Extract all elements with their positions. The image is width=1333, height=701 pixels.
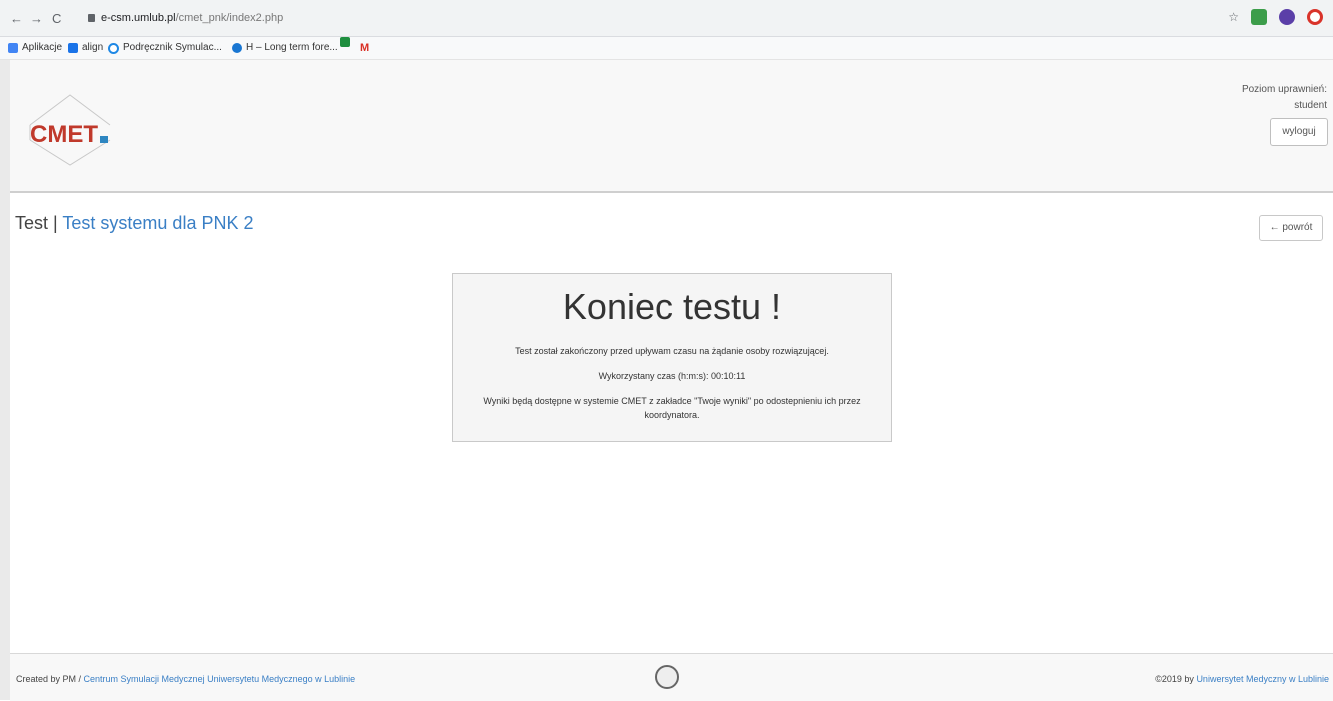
gmail-icon: M — [360, 42, 370, 54]
university-link[interactable]: Uniwersytet Medyczny w Lublinie — [1196, 674, 1329, 684]
url-host: e-csm.umlub.pl — [101, 12, 176, 24]
page-footer: Created by PM / Centrum Symulacji Medycz… — [10, 653, 1333, 701]
circle-icon — [232, 43, 242, 53]
university-seal-icon — [655, 665, 679, 689]
title-separator: | — [53, 213, 58, 233]
opera-icon[interactable] — [1307, 9, 1323, 25]
page-title: Test | Test systemu dla PNK 2 — [15, 213, 253, 234]
lock-icon — [88, 14, 95, 22]
permission-info: Poziom uprawnień: student — [1242, 82, 1327, 114]
cmet-logo[interactable]: CMET — [20, 90, 120, 170]
title-prefix: Test — [15, 213, 49, 233]
result-heading: Koniec testu ! — [562, 286, 782, 327]
logout-button[interactable]: wyloguj — [1270, 118, 1328, 146]
align-icon — [68, 43, 78, 53]
permission-label: Poziom uprawnień: — [1241, 84, 1327, 95]
bookmarks-bar: Aplikacje align Podręcznik Symulac... H … — [0, 37, 1333, 60]
star-icon[interactable]: ☆ — [1228, 10, 1239, 24]
bookmark-green[interactable] — [340, 37, 350, 47]
footer-copyright: ©2019 by Uniwersytet Medyczny w Lublinie — [1155, 674, 1329, 684]
footer-credits: Created by PM / Centrum Symulacji Medycz… — [16, 674, 355, 684]
back-arrow-icon[interactable]: ← — [10, 11, 23, 26]
apps-grid-icon — [8, 43, 18, 53]
created-by-text: Created by PM / — [16, 674, 84, 684]
bookmark-podrecznik[interactable]: Podręcznik Symulac... — [108, 37, 222, 59]
reload-icon[interactable]: C — [52, 11, 61, 26]
forward-arrow-icon[interactable]: → — [30, 11, 43, 26]
extension-icons: ☆ — [1228, 9, 1323, 25]
sheet-icon — [340, 37, 350, 47]
bookmark-apps[interactable]: Aplikacje — [8, 37, 62, 59]
logo-text: CMET — [30, 121, 98, 148]
copyright-text: ©2019 by — [1155, 674, 1197, 684]
time-used: Wykorzystany czas (h:m:s): 00:10:11 — [598, 371, 746, 381]
result-message: Test został zakończony przed upływam cza… — [515, 346, 829, 356]
test-name-link[interactable]: Test systemu dla PNK 2 — [62, 213, 253, 233]
back-button[interactable]: ← powrót — [1259, 215, 1323, 241]
bookmark-gmail[interactable]: M — [360, 37, 369, 59]
page-header: CMET Poziom uprawnień: student wyloguj — [10, 60, 1333, 193]
address-bar[interactable]: e-csm.umlub.pl/cmet_pnk/index2.php — [88, 8, 1208, 28]
simulation-center-link[interactable]: Centrum Symulacji Medycznej Uniwersytetu… — [84, 674, 356, 684]
browser-toolbar: ← → C e-csm.umlub.pl/cmet_pnk/index2.php… — [0, 0, 1333, 37]
window-edge — [0, 60, 10, 700]
test-result-panel: Koniec testu ! Test został zakończony pr… — [452, 273, 892, 442]
results-info: Wyniki będą dostępne w systemie CMET z z… — [483, 396, 861, 420]
bookmark-long-term[interactable]: H – Long term fore... — [232, 37, 338, 59]
globe-icon — [108, 42, 119, 54]
permission-value: student — [1294, 100, 1327, 111]
profile-avatar-icon[interactable] — [1279, 9, 1295, 25]
url-path: /cmet_pnk/index2.php — [175, 12, 284, 24]
bookmark-align[interactable]: align — [68, 37, 103, 59]
extension-icon[interactable] — [1251, 9, 1267, 25]
